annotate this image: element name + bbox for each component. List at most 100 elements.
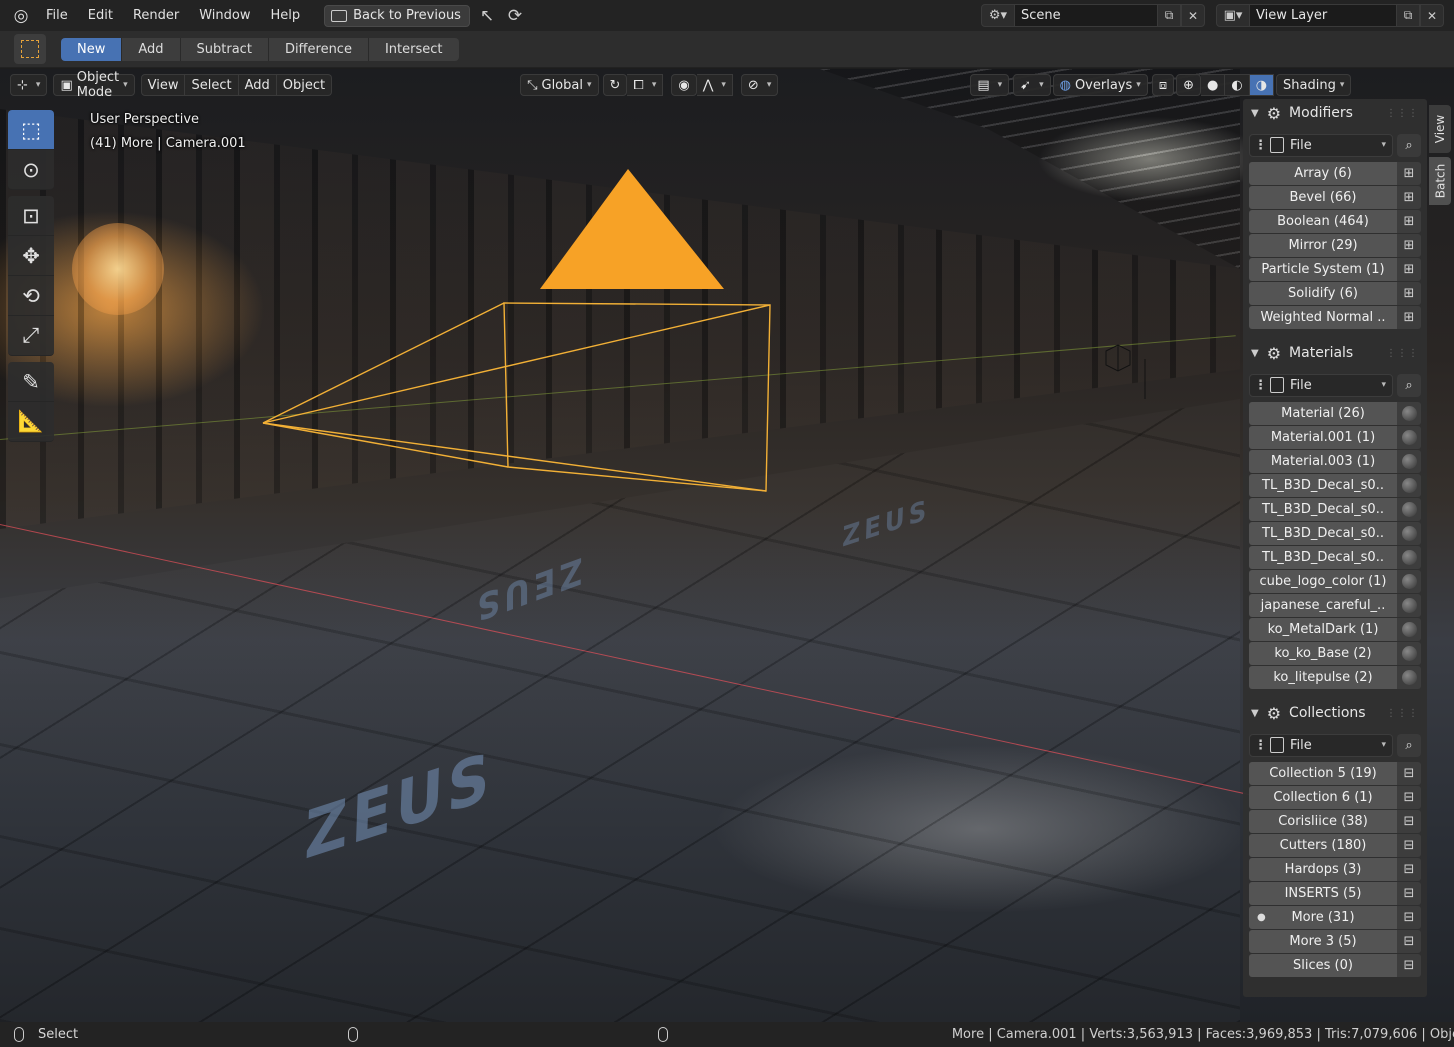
modifier-list-item[interactable]: Solidify (6)⊞ xyxy=(1249,282,1421,305)
archive-icon[interactable]: ⊟ xyxy=(1397,954,1421,977)
material-preview-icon[interactable] xyxy=(1397,666,1421,689)
mirror-icon[interactable]: ⊞ xyxy=(1397,234,1421,257)
material-list-item[interactable]: ko_litepulse (2) xyxy=(1249,666,1421,689)
material-preview-icon[interactable] xyxy=(1397,402,1421,425)
menu-file[interactable]: File xyxy=(36,0,78,31)
archive-icon[interactable]: ⊟ xyxy=(1397,810,1421,833)
menu-render[interactable]: Render xyxy=(123,0,189,31)
material-list-item[interactable]: japanese_careful_.. xyxy=(1249,594,1421,617)
view-layer-new-icon[interactable]: ⧉ xyxy=(1396,4,1420,27)
wireframe-shading-icon[interactable]: ⊕ xyxy=(1176,74,1201,96)
menu-add[interactable]: Add xyxy=(239,74,277,96)
modifier-list-item[interactable]: Particle System (1)⊞ xyxy=(1249,258,1421,281)
archive-icon[interactable]: ⊟ xyxy=(1397,858,1421,881)
proportional-edit-icon[interactable]: ◉ xyxy=(671,74,696,96)
modifiers-file-dropdown[interactable]: ⋮ File ▾ xyxy=(1249,134,1393,157)
mode-difference-button[interactable]: Difference xyxy=(269,38,369,61)
scale-tool-icon[interactable]: ⤢ xyxy=(8,316,54,356)
search-icon[interactable]: ⌕ xyxy=(1397,374,1421,397)
snap-icon[interactable]: ⧠▾ xyxy=(627,74,663,96)
scene-name-field[interactable]: Scene xyxy=(1015,4,1157,27)
archive-icon[interactable]: ⊟ xyxy=(1397,786,1421,809)
particle-icon[interactable]: ⊞ xyxy=(1397,258,1421,281)
mode-intersect-button[interactable]: Intersect xyxy=(369,38,459,61)
weighted-normal-icon[interactable]: ⊞ xyxy=(1397,306,1421,329)
menu-help[interactable]: Help xyxy=(261,0,311,31)
tab-batch[interactable]: Batch xyxy=(1429,157,1451,205)
material-list-item[interactable]: ko_ko_Base (2) xyxy=(1249,642,1421,665)
material-list-item[interactable]: TL_B3D_Decal_s0.. xyxy=(1249,522,1421,545)
collections-section-header[interactable]: ▼ ⚙ Collections ⋮⋮⋮ xyxy=(1243,699,1427,727)
solidify-icon[interactable]: ⊞ xyxy=(1397,282,1421,305)
select-box-tool-icon[interactable] xyxy=(14,34,46,64)
array-icon[interactable]: ⊞ xyxy=(1397,162,1421,185)
material-list-item[interactable]: Material.003 (1) xyxy=(1249,450,1421,473)
material-shading-icon[interactable]: ◐ xyxy=(1225,74,1249,96)
material-preview-icon[interactable] xyxy=(1397,546,1421,569)
scene-new-icon[interactable]: ⧉ xyxy=(1157,4,1181,27)
archive-icon[interactable]: ⊟ xyxy=(1397,882,1421,905)
mode-add-button[interactable]: Add xyxy=(122,38,180,61)
modifier-list-item[interactable]: Mirror (29)⊞ xyxy=(1249,234,1421,257)
rendered-shading-icon[interactable]: ◑ xyxy=(1250,74,1274,96)
falloff-icon[interactable]: ⋀▾ xyxy=(697,74,733,96)
menu-view[interactable]: View xyxy=(141,74,186,96)
material-list-item[interactable]: ko_MetalDark (1) xyxy=(1249,618,1421,641)
search-icon[interactable]: ⌕ xyxy=(1397,734,1421,757)
scene-close-icon[interactable]: ✕ xyxy=(1181,4,1205,27)
mode-subtract-button[interactable]: Subtract xyxy=(181,38,269,61)
collection-list-item[interactable]: More 3 (5)⊟ xyxy=(1249,930,1421,953)
search-icon[interactable]: ⌕ xyxy=(1397,134,1421,157)
drag-grip-icon[interactable]: ⋮⋮⋮ xyxy=(1386,708,1419,719)
drag-grip-icon[interactable]: ⋮⋮⋮ xyxy=(1386,108,1419,119)
view-layer-close-icon[interactable]: ✕ xyxy=(1420,4,1444,27)
bevel-icon[interactable]: ⊞ xyxy=(1397,186,1421,209)
menu-edit[interactable]: Edit xyxy=(78,0,123,31)
modifier-list-item[interactable]: Bevel (66)⊞ xyxy=(1249,186,1421,209)
mode-new-button[interactable]: New xyxy=(61,38,122,61)
rotate-tool-icon[interactable]: ⟲ xyxy=(8,276,54,316)
visibility-icon[interactable]: ▤▾ xyxy=(970,74,1009,96)
archive-icon[interactable]: ⊟ xyxy=(1397,762,1421,785)
collection-list-item[interactable]: INSERTS (5)⊟ xyxy=(1249,882,1421,905)
collection-list-item[interactable]: Collection 6 (1)⊟ xyxy=(1249,786,1421,809)
archive-icon[interactable]: ⊟ xyxy=(1397,906,1421,929)
collections-file-dropdown[interactable]: ⋮ File ▾ xyxy=(1249,734,1393,757)
material-list-item[interactable]: Material (26) xyxy=(1249,402,1421,425)
material-preview-icon[interactable] xyxy=(1397,450,1421,473)
select-tool-icon[interactable]: ⬚ xyxy=(8,110,54,150)
material-list-item[interactable]: TL_B3D_Decal_s0.. xyxy=(1249,498,1421,521)
materials-file-dropdown[interactable]: ⋮ File ▾ xyxy=(1249,374,1393,397)
view-layer-type-icon[interactable]: ▣▾ xyxy=(1216,4,1250,27)
shading-dropdown[interactable]: Shading ▾ xyxy=(1276,74,1351,96)
menu-select[interactable]: Select xyxy=(185,74,238,96)
material-preview-icon[interactable] xyxy=(1397,594,1421,617)
object-mode-dropdown[interactable]: ▣ Object Mode ▾ xyxy=(53,74,134,96)
solid-shading-icon[interactable]: ● xyxy=(1201,74,1225,96)
material-list-item[interactable]: TL_B3D_Decal_s0.. xyxy=(1249,474,1421,497)
xray-icon[interactable]: ⧈ xyxy=(1152,74,1174,96)
boolean-icon[interactable]: ⊞ xyxy=(1397,210,1421,233)
menu-window[interactable]: Window xyxy=(189,0,260,31)
modifier-list-item[interactable]: Array (6)⊞ xyxy=(1249,162,1421,185)
material-preview-icon[interactable] xyxy=(1397,522,1421,545)
collection-list-item[interactable]: Corisliice (38)⊟ xyxy=(1249,810,1421,833)
transform-tool-icon[interactable]: ⊡ xyxy=(8,196,54,236)
move-tool-icon[interactable]: ✥ xyxy=(8,236,54,276)
link-icon[interactable]: ⊘▾ xyxy=(741,74,778,96)
material-preview-icon[interactable] xyxy=(1397,618,1421,641)
collection-list-item[interactable]: More (31)●⊟ xyxy=(1249,906,1421,929)
tab-view[interactable]: View xyxy=(1429,105,1451,153)
modifier-list-item[interactable]: Weighted Normal ..⊞ xyxy=(1249,306,1421,329)
camera-gizmo[interactable] xyxy=(0,69,1454,1022)
menu-object[interactable]: Object xyxy=(277,74,332,96)
material-preview-icon[interactable] xyxy=(1397,570,1421,593)
modifiers-section-header[interactable]: ▼ ⚙ Modifiers ⋮⋮⋮ xyxy=(1243,99,1427,127)
view-layer-name-field[interactable]: View Layer xyxy=(1250,4,1396,27)
back-to-previous-button[interactable]: Back to Previous xyxy=(324,5,470,27)
measure-tool-icon[interactable]: 📐 xyxy=(8,402,54,442)
material-list-item[interactable]: cube_logo_color (1) xyxy=(1249,570,1421,593)
collection-list-item[interactable]: Cutters (180)⊟ xyxy=(1249,834,1421,857)
3d-viewport[interactable]: ZEUS ZEUS ZEUS User Perspective (41) Mor… xyxy=(0,69,1454,1022)
material-list-item[interactable]: Material.001 (1) xyxy=(1249,426,1421,449)
